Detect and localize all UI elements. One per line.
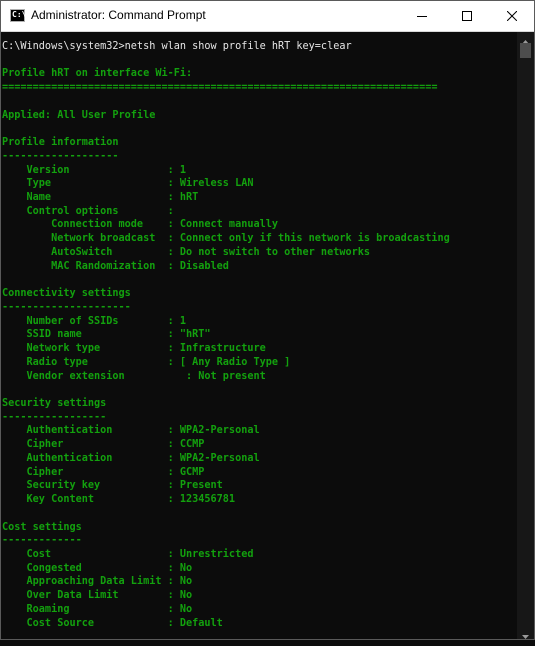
console-line: Cost Source : Default	[2, 617, 223, 629]
console-line: Number of SSIDs : 1	[2, 315, 187, 327]
console-line: Control options :	[2, 205, 174, 217]
console-line: Roaming : No	[2, 603, 193, 615]
console-line: Security key : Present	[2, 480, 223, 492]
console-line: Cost : Unrestricted	[2, 549, 254, 560]
console-line: SSID name : "hRT"	[2, 329, 211, 341]
cmd-icon-label: C:\	[12, 10, 27, 19]
command-prompt-window: C:\ Administrator: Command Prompt C:\Win…	[0, 0, 535, 640]
console-line: Applied: All User Profile	[2, 109, 156, 121]
close-icon	[506, 11, 517, 21]
console-line: Key Content : 123456781	[2, 494, 236, 506]
vertical-scrollbar[interactable]	[517, 32, 534, 639]
maximize-button[interactable]	[444, 1, 489, 31]
console-line: Over Data Limit : No	[2, 590, 193, 602]
console-line: Cipher : GCMP	[2, 466, 205, 478]
console-line: Vendor extension : Not present	[2, 370, 266, 382]
minimize-icon	[416, 16, 427, 17]
console-output[interactable]: C:\Windows\system32>netsh wlan show prof…	[2, 32, 517, 639]
scroll-down-arrow-icon	[522, 635, 529, 639]
console-line: Connectivity settings	[2, 288, 131, 300]
console-line: AutoSwitch : Do not switch to other netw…	[2, 246, 371, 258]
console-line: -----------------	[2, 411, 107, 423]
console-line: Profile information	[2, 137, 119, 149]
console-line: Profile hRT on interface Wi-Fi:	[2, 68, 193, 80]
close-button[interactable]	[489, 1, 534, 31]
console-line: Approaching Data Limit : No	[2, 576, 193, 588]
console-line: Authentication : WPA2-Personal	[2, 425, 260, 437]
console-line: C:\Windows\system32>netsh wlan show prof…	[2, 41, 352, 52]
console-line: Cipher : CCMP	[2, 439, 205, 451]
console-line: Congested : No	[2, 562, 193, 574]
console-line: Network type : Infrastructure	[2, 343, 266, 355]
console-line: Name : hRT	[2, 192, 199, 204]
console-line: -------------------	[2, 150, 119, 162]
scroll-up-button[interactable]	[517, 32, 534, 44]
console-line: Connection mode : Connect manually	[2, 219, 279, 231]
console-line: Version : 1	[2, 164, 187, 176]
console-line: Authentication : WPA2-Personal	[2, 452, 260, 464]
minimize-button[interactable]	[399, 1, 444, 31]
scrollbar-thumb[interactable]	[520, 43, 531, 58]
window-title: Administrator: Command Prompt	[31, 8, 206, 22]
title-bar[interactable]: C:\ Administrator: Command Prompt	[1, 1, 534, 32]
console-line: ---------------------	[2, 301, 131, 313]
scroll-down-button[interactable]	[517, 627, 534, 639]
console-line: Radio type : [ Any Radio Type ]	[2, 356, 291, 368]
console-line: Security settings	[2, 397, 107, 409]
console-line: Cost settings	[2, 521, 82, 533]
maximize-icon	[461, 11, 472, 21]
cmd-icon[interactable]: C:\	[10, 9, 27, 22]
console-line: ========================================…	[2, 82, 438, 94]
console-line: Network broadcast : Connect only if this…	[2, 233, 450, 245]
console-line: -------------	[2, 535, 82, 547]
console-line: Type : Wireless LAN	[2, 178, 254, 190]
console-line: MAC Randomization : Disabled	[2, 260, 229, 272]
